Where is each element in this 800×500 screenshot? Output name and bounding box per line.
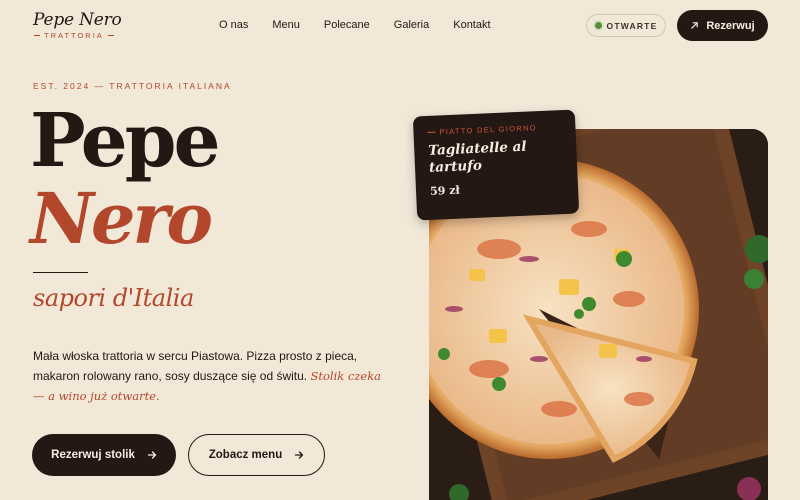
hero-title-line1: Pepe [30, 98, 221, 184]
view-menu-label: Zobacz menu [208, 449, 283, 461]
brand-name: Pepe Nero [33, 10, 122, 30]
hero-eyebrow: EST. 2024 — TRATTORIA ITALIANA [33, 81, 232, 91]
arrow-up-right-icon [691, 22, 699, 29]
status-label: OTWARTE [606, 20, 658, 31]
top-navigation: Pepe Nero TRATTORIA O nas Menu Polecane … [0, 0, 800, 52]
hero-description: Mała włoska trattoria w sercu Piastowa. … [33, 346, 393, 406]
view-menu-button[interactable]: Zobacz menu [188, 434, 325, 476]
nav-link-o-nas[interactable]: O nas [219, 19, 248, 31]
brand-subtitle: TRATTORIA [34, 31, 122, 40]
special-label-text: PIATTO DEL GIORNO [439, 123, 537, 137]
hero-title-line2: Nero [30, 177, 213, 260]
divider [427, 131, 436, 133]
nav-link-polecane[interactable]: Polecane [324, 19, 370, 31]
arrow-right-icon [295, 451, 304, 459]
header-reserve-button[interactable]: Rezerwuj [677, 10, 768, 41]
divider [34, 35, 40, 36]
special-label: PIATTO DEL GIORNO [427, 122, 561, 137]
special-price: 59 zł [429, 183, 460, 198]
arrow-right-icon [147, 451, 157, 459]
brand-logo[interactable]: Pepe Nero TRATTORIA [33, 10, 122, 40]
brand-subtitle-text: TRATTORIA [44, 31, 104, 40]
nav-link-menu[interactable]: Menu [272, 19, 300, 31]
hero-divider [33, 272, 88, 273]
reserve-table-button[interactable]: Rezerwuj stolik [32, 434, 176, 476]
status-dot-icon [594, 22, 602, 29]
divider [107, 35, 114, 36]
hero-tagline: sapori d'Italia [33, 284, 194, 312]
reserve-table-label: Rezerwuj stolik [51, 449, 135, 461]
header-reserve-label: Rezerwuj [706, 19, 755, 32]
nav-link-kontakt[interactable]: Kontakt [453, 19, 490, 31]
hero-description-text: Mała włoska trattoria w sercu Piastowa. … [33, 349, 358, 383]
open-status-badge: OTWARTE [586, 14, 666, 37]
nav-links: O nas Menu Polecane Galeria Kontakt [219, 19, 491, 31]
daily-special-card[interactable]: PIATTO DEL GIORNO Tagliatelle al tartufo… [412, 109, 580, 221]
nav-link-galeria[interactable]: Galeria [394, 19, 429, 31]
special-dish-name: Tagliatelle al tartufo [427, 138, 527, 176]
